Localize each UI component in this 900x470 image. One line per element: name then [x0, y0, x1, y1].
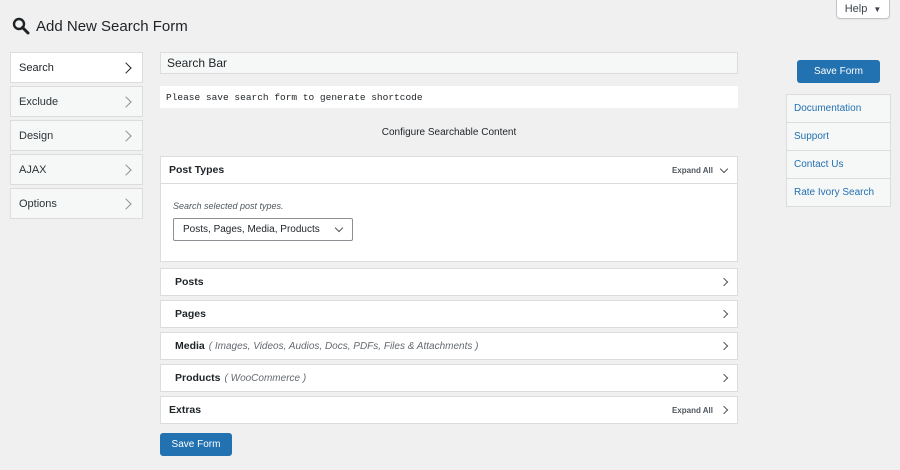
tab-label: Design: [19, 129, 54, 142]
chevron-right-icon: [120, 129, 132, 142]
chevron-right-icon: [719, 405, 729, 415]
post-types-hint: Search selected post types.: [173, 201, 284, 211]
settings-tabs: Search Exclude Design AJAX Options: [10, 52, 143, 222]
posts-panel-header[interactable]: Posts: [161, 269, 737, 295]
panel-title: Extras: [169, 404, 202, 416]
media-panel-header[interactable]: Media( Images, Videos, Audios, Docs, PDF…: [161, 333, 737, 359]
shortcode-notice: Please save search form to generate shor…: [160, 86, 738, 108]
tab-design[interactable]: Design: [10, 120, 143, 151]
chevron-right-icon: [120, 197, 132, 210]
products-panel[interactable]: Products( WooCommerce ): [160, 364, 738, 392]
caret-down-icon: ▼: [873, 4, 882, 14]
tab-label: AJAX: [19, 163, 47, 176]
main-content: Please save search form to generate shor…: [160, 52, 738, 456]
panel-subtitle: ( Images, Videos, Audios, Docs, PDFs, Fi…: [208, 341, 479, 352]
pages-panel-header[interactable]: Pages: [161, 301, 737, 327]
support-link[interactable]: Support: [787, 123, 890, 151]
search-icon: [12, 17, 30, 35]
panel-title: Posts: [175, 276, 204, 288]
panel-title: Media: [175, 340, 205, 352]
expand-all-link[interactable]: Expand All: [672, 166, 713, 175]
posts-panel[interactable]: Posts: [160, 268, 738, 296]
expand-all-link[interactable]: Expand All: [672, 406, 713, 415]
chevron-right-icon: [120, 163, 132, 176]
search-form-name-input[interactable]: [160, 52, 738, 74]
tab-label: Exclude: [19, 95, 59, 108]
page-header: Add New Search Form: [12, 14, 188, 38]
configure-heading: Configure Searchable Content: [381, 127, 517, 138]
post-types-panel-header[interactable]: Post Types Expand All: [161, 157, 737, 183]
post-types-selected-value: Posts, Pages, Media, Products: [183, 224, 320, 235]
chevron-down-icon: [334, 223, 344, 233]
panel-title: Post Types: [169, 164, 225, 176]
extras-panel[interactable]: Extras Expand All: [160, 396, 738, 424]
save-form-button-top[interactable]: Save Form: [797, 60, 880, 83]
chevron-right-icon: [719, 309, 729, 319]
help-button[interactable]: Help ▼: [836, 0, 890, 19]
save-form-label: Save Form: [171, 439, 221, 450]
media-panel[interactable]: Media( Images, Videos, Audios, Docs, PDF…: [160, 332, 738, 360]
save-form-button[interactable]: Save Form: [160, 433, 232, 456]
rate-ivory-search-link[interactable]: Rate Ivory Search: [787, 179, 890, 207]
help-label: Help: [844, 3, 868, 15]
pages-panel[interactable]: Pages: [160, 300, 738, 328]
documentation-link[interactable]: Documentation: [787, 95, 890, 123]
chevron-right-icon: [120, 61, 132, 74]
panel-title: Pages: [175, 308, 206, 320]
post-types-select[interactable]: Posts, Pages, Media, Products: [173, 218, 353, 241]
products-panel-header[interactable]: Products( WooCommerce ): [161, 365, 737, 391]
chevron-right-icon: [719, 373, 729, 383]
page-title: Add New Search Form: [36, 17, 188, 35]
shortcode-message: Please save search form to generate shor…: [166, 91, 423, 103]
tab-exclude[interactable]: Exclude: [10, 86, 143, 117]
chevron-right-icon: [719, 277, 729, 287]
tab-ajax[interactable]: AJAX: [10, 154, 143, 185]
chevron-right-icon: [120, 95, 132, 108]
help-links: Documentation Support Contact Us Rate Iv…: [786, 94, 891, 207]
extras-panel-header[interactable]: Extras Expand All: [161, 397, 737, 423]
save-form-label: Save Form: [814, 66, 863, 77]
panel-subtitle: ( WooCommerce ): [224, 373, 307, 384]
contact-us-link[interactable]: Contact Us: [787, 151, 890, 179]
tab-search[interactable]: Search: [10, 52, 143, 83]
tab-label: Search: [19, 61, 54, 74]
tab-label: Options: [19, 197, 57, 210]
tab-options[interactable]: Options: [10, 188, 143, 219]
panel-title: Products: [175, 372, 221, 384]
post-types-panel-body: Search selected post types. Posts, Pages…: [161, 183, 737, 261]
chevron-down-icon: [719, 164, 729, 173]
post-types-panel: Post Types Expand All Search selected po…: [160, 156, 738, 262]
chevron-right-icon: [719, 341, 729, 351]
